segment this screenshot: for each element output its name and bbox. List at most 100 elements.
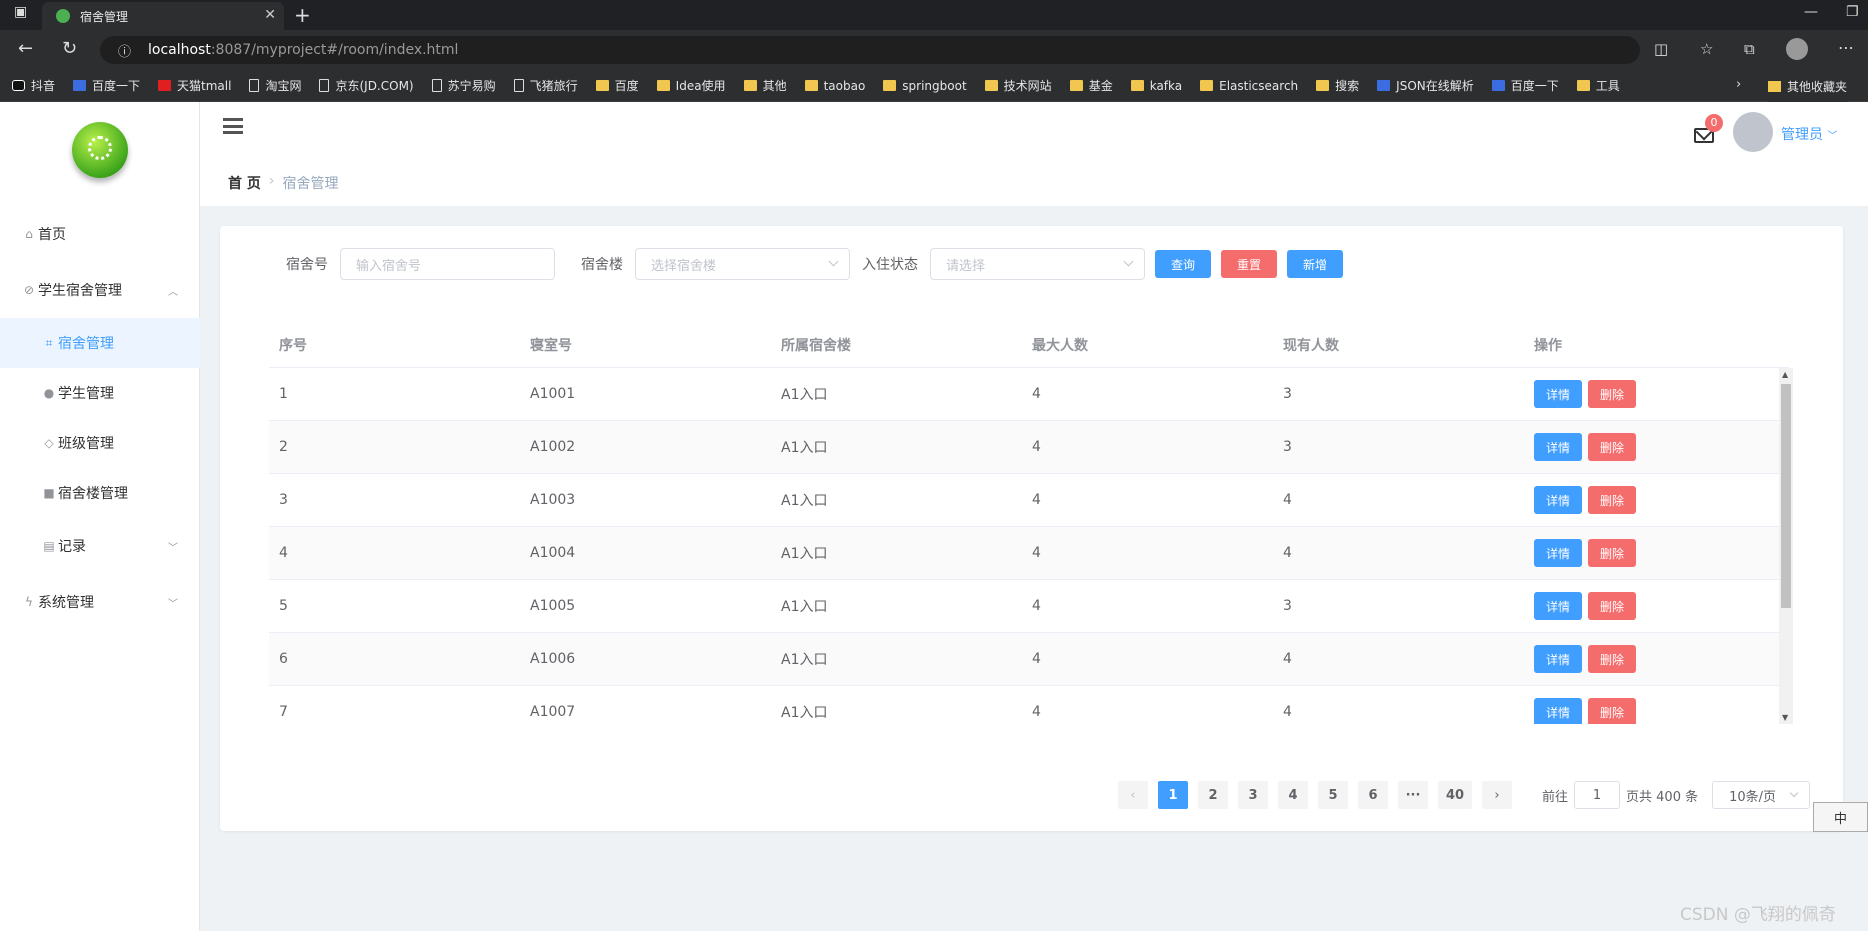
detail-button[interactable]: 详情 (1534, 645, 1582, 673)
header-current: 现有人数 (1283, 337, 1339, 354)
bookmark-item[interactable]: 飞猪旅行 (513, 77, 578, 94)
room-input[interactable]: 输入宿舍号 (340, 248, 555, 280)
site-info-icon[interactable]: ⓘ (118, 41, 131, 60)
bookmark-item[interactable]: 京东(JD.COM) (319, 77, 414, 94)
bookmark-item[interactable]: 天猫tmall (158, 77, 231, 94)
url-input[interactable]: ⓘ localhost:8087/myproject#/room/index.h… (100, 36, 1640, 64)
prev-page-icon[interactable]: ‹ (1118, 781, 1148, 809)
page-number[interactable]: 1 (1158, 781, 1188, 809)
sidebar-item-classes[interactable]: ◇ 班级管理 (0, 418, 200, 468)
bookmark-item[interactable]: Idea使用 (656, 77, 726, 94)
site-icon (12, 80, 25, 91)
scroll-up-icon[interactable]: ▲ (1782, 370, 1788, 379)
bookmark-item[interactable]: 淘宝网 (249, 77, 301, 94)
detail-button[interactable]: 详情 (1534, 486, 1582, 514)
scroll-down-icon[interactable]: ▼ (1782, 713, 1788, 722)
folder-icon (883, 80, 897, 91)
bookmark-item[interactable]: 搜索 (1316, 77, 1359, 94)
menu-toggle-icon[interactable] (223, 118, 243, 134)
table-scrollbar[interactable]: ▲ ▼ (1779, 368, 1793, 724)
bookmark-item[interactable]: 百度一下 (73, 77, 140, 94)
bookmarks-overflow-icon[interactable]: › (1736, 77, 1741, 92)
bookmark-item[interactable]: 工具 (1576, 77, 1620, 94)
bookmark-item[interactable]: JSON在线解析 (1377, 77, 1474, 94)
bookmark-item[interactable]: 其他 (743, 77, 787, 94)
cell-building: A1入口 (781, 440, 828, 456)
delete-button[interactable]: 删除 (1588, 592, 1636, 620)
more-pages-icon[interactable]: ··· (1398, 781, 1428, 809)
bookmark-item[interactable]: 百度 (595, 77, 639, 94)
delete-button[interactable]: 删除 (1588, 486, 1636, 514)
sidebar-item-home[interactable]: ⌂ 首页 (0, 209, 200, 259)
detail-button[interactable]: 详情 (1534, 433, 1582, 461)
detail-button[interactable]: 详情 (1534, 592, 1582, 620)
profile-icon[interactable] (1786, 38, 1808, 60)
cell-index: 1 (279, 386, 288, 402)
bookmark-item[interactable]: 百度一下 (1491, 77, 1559, 94)
delete-button[interactable]: 删除 (1588, 380, 1636, 408)
bookmark-item[interactable]: 基金 (1069, 77, 1113, 94)
tab-close-icon[interactable]: ✕ (264, 7, 276, 23)
avatar[interactable] (1733, 112, 1773, 152)
collections-icon[interactable]: ⧉ (1744, 40, 1755, 58)
page-number[interactable]: 2 (1198, 781, 1228, 809)
goto-input[interactable]: 1 (1574, 781, 1621, 809)
bookmark-item[interactable]: 抖音 (12, 77, 55, 94)
bookmark-item[interactable]: Elasticsearch (1200, 79, 1298, 93)
restore-icon[interactable]: ❐ (1846, 4, 1859, 20)
sidebar-item-dorm[interactable]: ⌗ 宿舍管理 (0, 318, 200, 368)
bookmark-item[interactable]: springboot (883, 79, 967, 93)
detail-button[interactable]: 详情 (1534, 698, 1582, 724)
sidebar-item-system[interactable]: ϟ 系统管理 ﹀ (0, 577, 200, 627)
sidebar-item-label: 宿舍管理 (58, 336, 114, 352)
new-tab-icon[interactable]: + (294, 3, 311, 27)
delete-button[interactable]: 删除 (1588, 698, 1636, 724)
page-number[interactable]: 4 (1278, 781, 1308, 809)
table-row: 1 A1001 A1入口 4 3 详情 删除 (269, 368, 1779, 421)
tab-actions-icon[interactable]: ▣ (14, 4, 27, 20)
user-menu[interactable]: 管理员 ﹀ (1781, 124, 1837, 144)
folder-icon (1768, 80, 1781, 92)
delete-button[interactable]: 删除 (1588, 433, 1636, 461)
breadcrumb-home[interactable]: 首 页 (228, 173, 261, 193)
delete-button[interactable]: 删除 (1588, 539, 1636, 567)
bookmark-label: 基金 (1088, 79, 1113, 93)
split-screen-icon[interactable]: ◫ (1654, 40, 1668, 58)
bookmark-item[interactable]: kafka (1130, 79, 1182, 93)
add-button[interactable]: 新增 (1287, 250, 1343, 278)
sidebar-item-students[interactable]: ● 学生管理 (0, 368, 200, 418)
page-number[interactable]: 5 (1318, 781, 1348, 809)
detail-button[interactable]: 详情 (1534, 380, 1582, 408)
status-select[interactable]: 请选择 (930, 248, 1145, 280)
more-icon[interactable]: ⋯ (1838, 38, 1854, 57)
back-icon[interactable]: ← (18, 38, 33, 59)
room-placeholder: 输入宿舍号 (356, 258, 422, 274)
cell-index: 6 (279, 651, 288, 667)
sidebar-item-records[interactable]: ▤ 记录 ﹀ (0, 521, 200, 571)
bookmark-item[interactable]: 技术网站 (984, 77, 1052, 94)
sidebar-item-label: 班级管理 (58, 436, 114, 452)
sidebar-item-student-dorm[interactable]: ⊘ 学生宿舍管理 ︿ (0, 265, 200, 315)
scrollbar-thumb[interactable] (1781, 384, 1791, 608)
delete-button[interactable]: 删除 (1588, 645, 1636, 673)
query-button[interactable]: 查询 (1155, 250, 1211, 278)
page-number[interactable]: 3 (1238, 781, 1268, 809)
bookmark-item[interactable]: taobao (804, 79, 865, 93)
browser-tab[interactable]: 宿舍管理 ✕ (42, 2, 284, 30)
other-bookmarks[interactable]: 其他收藏夹 (1768, 70, 1848, 102)
page-size-select[interactable]: 10条/页 (1712, 781, 1811, 809)
page-number[interactable]: 6 (1358, 781, 1388, 809)
bookmark-item[interactable]: 苏宁易购 (431, 77, 496, 94)
cell-room: A1005 (530, 598, 576, 614)
favorites-icon[interactable]: ☆ (1700, 40, 1713, 58)
building-select[interactable]: 选择宿舍楼 (635, 248, 850, 280)
reload-icon[interactable]: ↻ (62, 38, 77, 59)
document-icon: ▤ (43, 539, 55, 553)
sidebar-item-buildings[interactable]: ■ 宿舍楼管理 (0, 468, 200, 518)
ime-indicator[interactable]: 中 (1813, 802, 1868, 832)
minimize-icon[interactable]: — (1804, 4, 1818, 20)
detail-button[interactable]: 详情 (1534, 539, 1582, 567)
next-page-icon[interactable]: › (1482, 781, 1512, 809)
reset-button[interactable]: 重置 (1221, 250, 1277, 278)
page-number[interactable]: 40 (1438, 781, 1472, 809)
